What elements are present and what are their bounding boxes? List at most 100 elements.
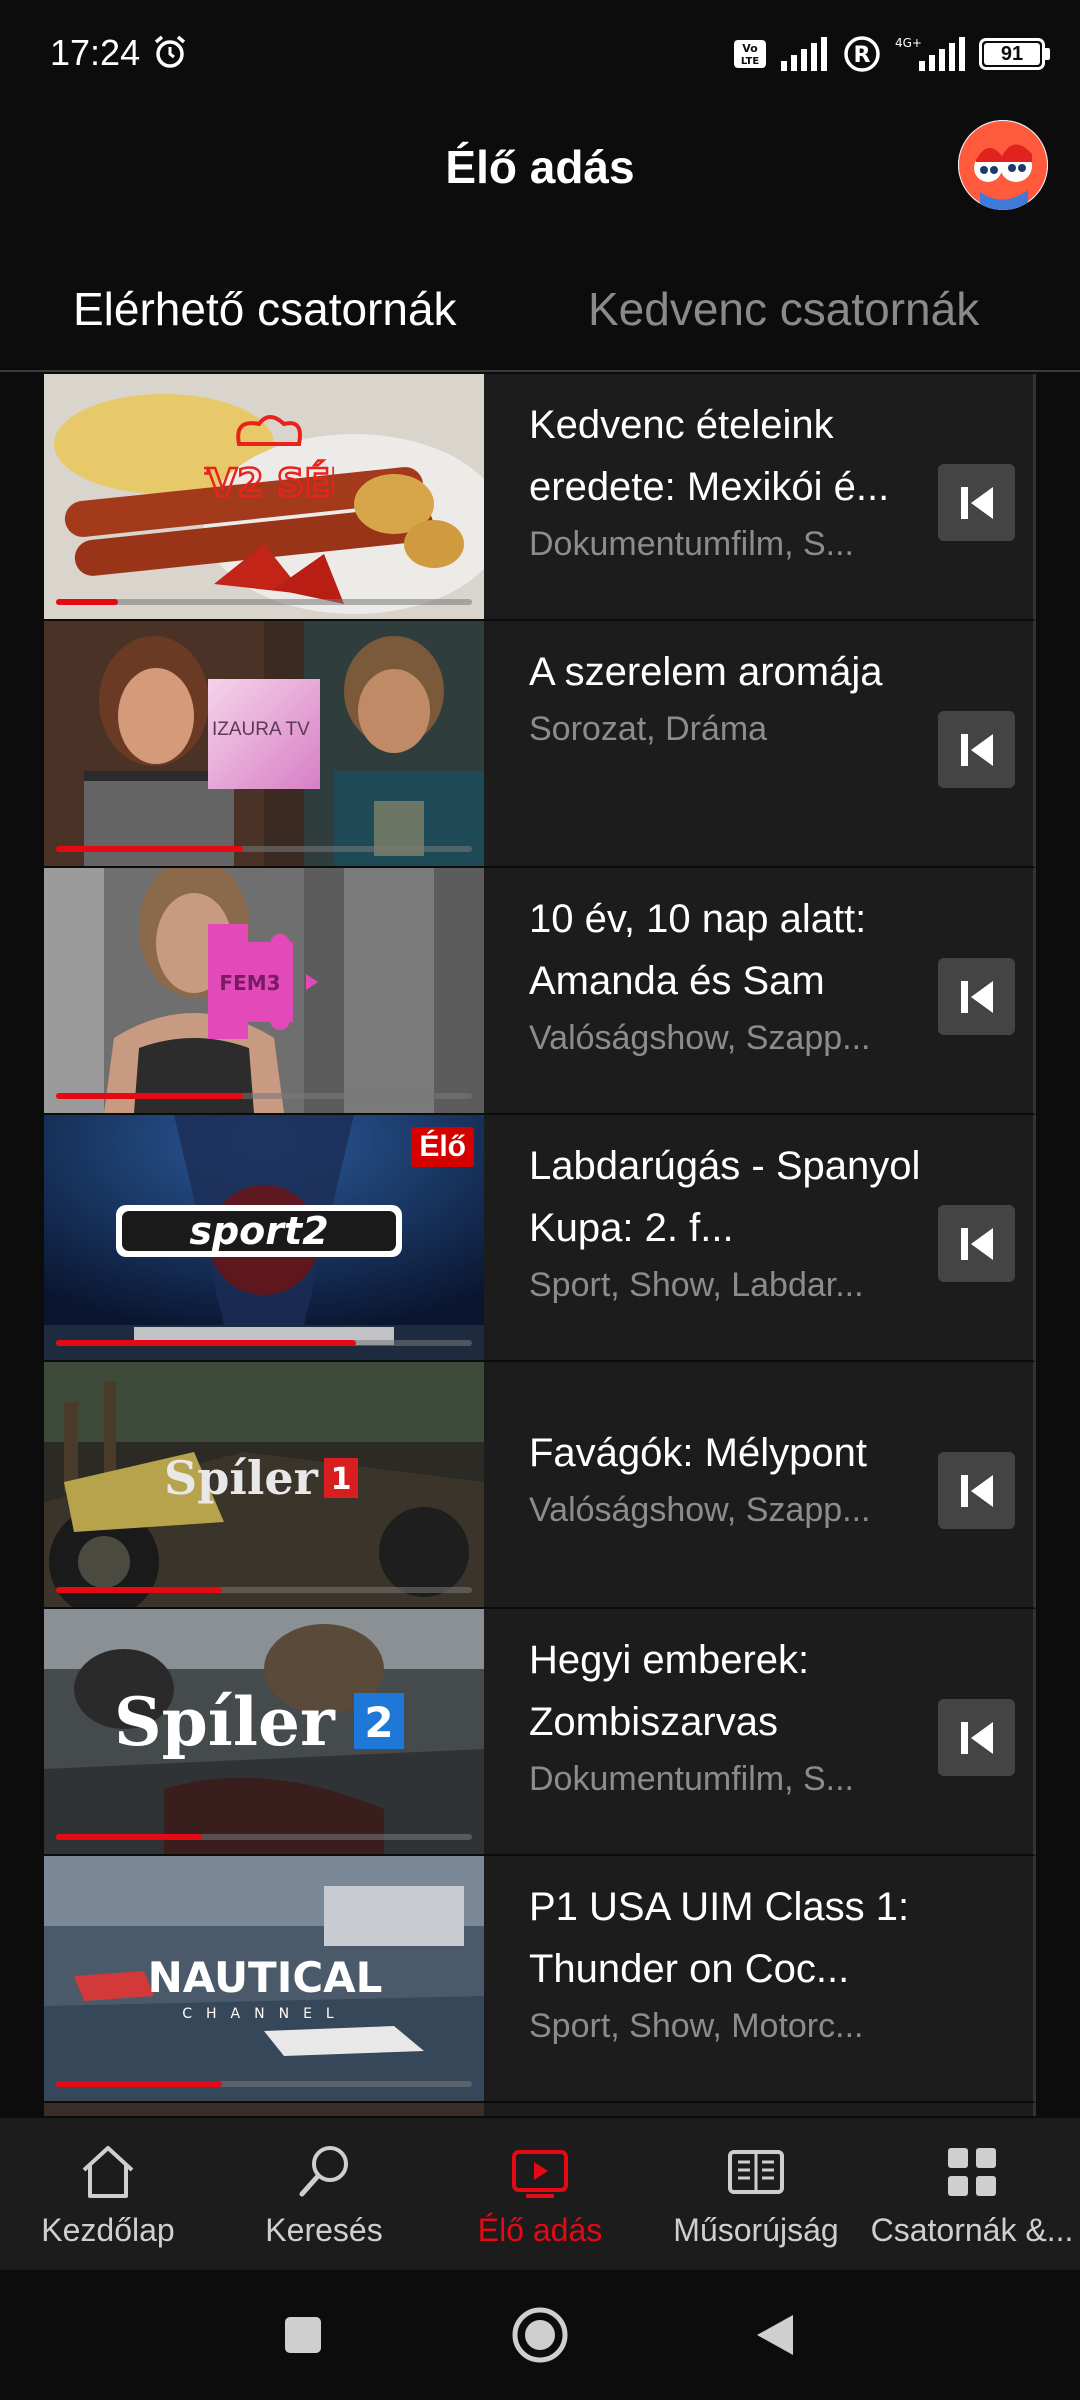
- nav-label: Keresés: [265, 2212, 383, 2248]
- progress-fill: [56, 846, 244, 852]
- channel-row[interactable]: FEM3 10 év, 10 nap alatt: Amanda és Sam …: [44, 868, 1036, 1115]
- profile-avatar-icon: [958, 120, 1048, 210]
- program-title: P1 USA UIM Class 1: Thunder on Coc...: [529, 1885, 910, 1991]
- progress-fill: [56, 1093, 244, 1099]
- restart-button[interactable]: [938, 464, 1015, 541]
- nav-label: Élő adás: [477, 2212, 603, 2248]
- channel-row[interactable]: TV2 SÉF Kedvenc ételeink eredete: Mexikó…: [44, 374, 1036, 621]
- progress-fill: [56, 1834, 202, 1840]
- nav-live[interactable]: Élő adás: [432, 2118, 648, 2270]
- program-thumbnail[interactable]: NAUTICAL CHANNEL: [44, 1856, 484, 2101]
- channel-row-partial[interactable]: [44, 2103, 1036, 2116]
- restart-button[interactable]: [938, 1205, 1015, 1282]
- restart-button[interactable]: [938, 958, 1015, 1035]
- progress-bar: [56, 846, 472, 852]
- home-icon: [82, 2146, 134, 2198]
- status-time: 17:24: [50, 32, 141, 73]
- channel-row[interactable]: sport2 Élő Labdarúgás - Spanyol Kupa: 2.…: [44, 1115, 1036, 1362]
- nav-label: Csatornák &...: [870, 2212, 1074, 2248]
- avatar[interactable]: [958, 120, 1048, 210]
- header: Élő adás: [0, 110, 1080, 230]
- svg-text:Vo: Vo: [742, 42, 758, 55]
- channel-logo: NAUTICAL CHANNEL: [120, 1953, 410, 2026]
- svg-text:sport2: sport2: [189, 1209, 328, 1253]
- channel-row[interactable]: NAUTICAL CHANNEL P1 USA UIM Class 1: Thu…: [44, 1856, 1036, 2103]
- live-badge: Élő: [411, 1127, 474, 1167]
- svg-text:NAUTICAL: NAUTICAL: [148, 1956, 383, 2002]
- roaming-icon: R: [844, 36, 880, 72]
- channel-logo: TV2 SÉF: [181, 414, 357, 524]
- program-genre: Sport, Show, Labdar...: [529, 1266, 864, 1304]
- nav-home[interactable]: Kezdőlap: [0, 2118, 216, 2270]
- svg-text:4G+: 4G+: [895, 36, 922, 50]
- skip-back-icon: [960, 733, 993, 766]
- nav-tv-guide[interactable]: Műsorújság: [648, 2118, 864, 2270]
- channel-row[interactable]: IZAURA TV A szerelem aromája Sorozat, Dr…: [44, 621, 1036, 868]
- restart-button[interactable]: [938, 711, 1015, 788]
- back-button[interactable]: [742, 2302, 808, 2368]
- channel-list[interactable]: TV2 SÉF Kedvenc ételeink eredete: Mexikó…: [44, 374, 1036, 2116]
- progress-fill: [56, 1340, 356, 1346]
- tab-available-channels[interactable]: Elérhető csatornák: [73, 282, 457, 336]
- program-thumbnail[interactable]: TV2 SÉF: [44, 374, 484, 619]
- progress-bar: [56, 1834, 472, 1840]
- program-thumbnail[interactable]: sport2 Élő: [44, 1115, 484, 1360]
- channel-logo: IZAURA TV: [208, 679, 320, 789]
- bottom-navigation: Kezdőlap Keresés Élő adás Műsorújság Csa…: [0, 2118, 1080, 2270]
- skip-back-icon: [960, 980, 993, 1013]
- restart-button[interactable]: [938, 1452, 1015, 1529]
- tab-favorite-channels[interactable]: Kedvenc csatornák: [588, 282, 979, 336]
- program-title: 10 év, 10 nap alatt: Amanda és Sam: [529, 897, 867, 1003]
- channel-row[interactable]: Spíler 2 Hegyi emberek: Zombiszarvas Dok…: [44, 1609, 1036, 1856]
- channel-logo: Spíler 1: [164, 1444, 364, 1516]
- program-thumbnail[interactable]: Spíler 1: [44, 1362, 484, 1607]
- program-genre: Dokumentumfilm, S...: [529, 525, 854, 563]
- recents-button[interactable]: [270, 2302, 336, 2368]
- nav-channels[interactable]: Csatornák &...: [864, 2118, 1080, 2270]
- program-thumbnail[interactable]: FEM3: [44, 868, 484, 1113]
- program-title: Labdarúgás - Spanyol Kupa: 2. f...: [529, 1144, 921, 1250]
- progress-fill: [56, 1587, 223, 1593]
- progress-fill: [56, 599, 119, 605]
- skip-back-icon: [960, 1227, 993, 1260]
- home-system-button[interactable]: [507, 2302, 573, 2368]
- recents-icon: [285, 2317, 321, 2353]
- skip-back-icon: [960, 486, 993, 519]
- alarm-icon: [154, 35, 186, 68]
- progress-bar: [56, 1587, 472, 1593]
- back-triangle-icon: [757, 2315, 793, 2355]
- progress-bar: [56, 1340, 472, 1346]
- program-genre: Sport, Show, Motorc...: [529, 2007, 864, 2045]
- skip-back-icon: [960, 1474, 993, 1507]
- program-title: Hegyi emberek: Zombiszarvas: [529, 1638, 810, 1744]
- search-icon: [299, 2146, 348, 2197]
- svg-text:1: 1: [331, 1462, 352, 1497]
- svg-text:CHANNEL: CHANNEL: [182, 2006, 347, 2022]
- system-navigation: [0, 2270, 1080, 2400]
- channel-row[interactable]: Spíler 1 Favágók: Mélypont Valóságshow, …: [44, 1362, 1036, 1609]
- tab-bar: Elérhető csatornák Kedvenc csatornák: [0, 250, 1080, 372]
- tv-guide-icon: [728, 2150, 784, 2194]
- program-thumbnail[interactable]: Spíler 2: [44, 1609, 484, 1854]
- program-genre: Valóságshow, Szapp...: [529, 1019, 871, 1057]
- program-thumbnail[interactable]: IZAURA TV: [44, 621, 484, 866]
- svg-text:Spíler: Spíler: [164, 1451, 319, 1505]
- svg-text:FEM3: FEM3: [219, 971, 280, 995]
- progress-bar: [56, 2081, 472, 2087]
- nav-label: Műsorújság: [673, 2212, 839, 2248]
- program-genre: Dokumentumfilm, S...: [529, 1760, 854, 1798]
- svg-text:Spíler: Spíler: [114, 1683, 336, 1761]
- program-title: Favágók: Mélypont: [529, 1431, 867, 1475]
- signal-4g-icon: 4G+: [895, 36, 965, 71]
- nav-search[interactable]: Keresés: [216, 2118, 432, 2270]
- home-circle-icon: [512, 2307, 568, 2363]
- svg-text:2: 2: [364, 1698, 393, 1747]
- channel-logo: FEM3: [208, 924, 318, 1039]
- channels-grid-icon: [948, 2148, 996, 2196]
- svg-text:TV2 SÉF: TV2 SÉF: [204, 461, 334, 505]
- restart-button[interactable]: [938, 1699, 1015, 1776]
- program-title: A szerelem aromája: [529, 650, 883, 694]
- channel-logo: sport2: [114, 1201, 404, 1263]
- svg-text:LTE: LTE: [741, 56, 760, 67]
- signal-icon: [781, 37, 827, 71]
